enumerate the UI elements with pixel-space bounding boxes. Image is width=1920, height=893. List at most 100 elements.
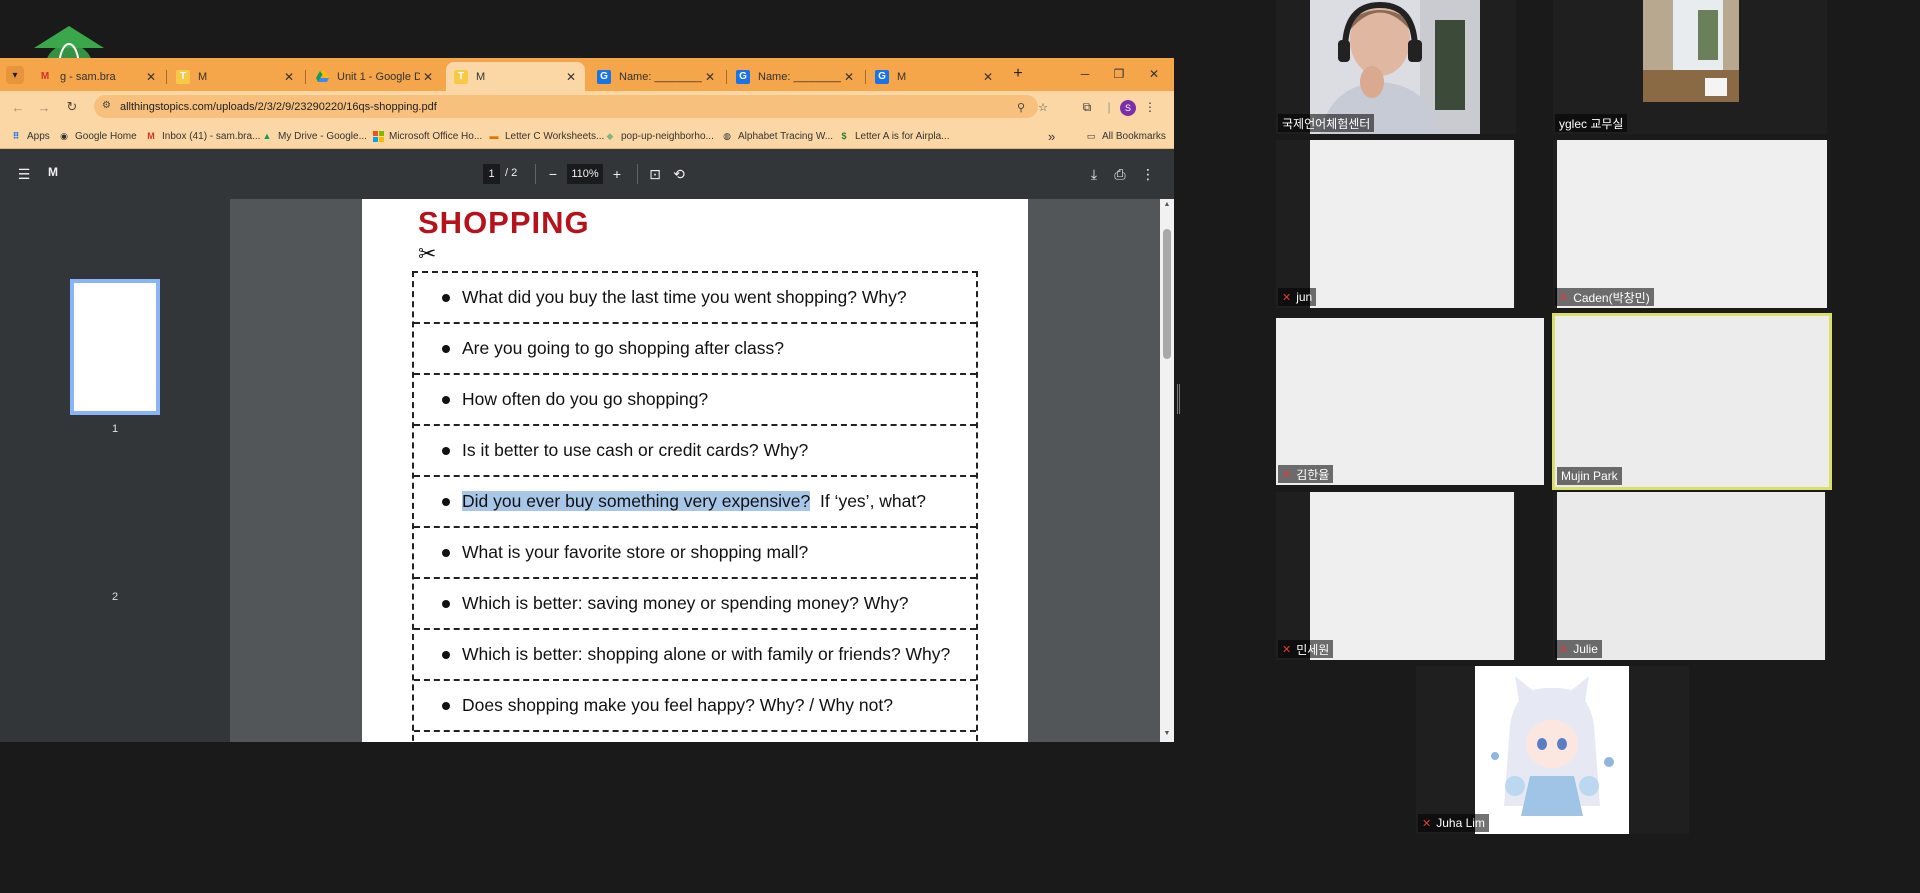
tab-active-pdf[interactable]: T M ✕ xyxy=(446,62,585,91)
tab-g-m[interactable]: G M ✕ xyxy=(867,62,1002,91)
gmail-icon: M xyxy=(40,71,50,82)
menu-icon[interactable]: ☰ xyxy=(14,164,34,184)
restore-icon[interactable]: ❐ xyxy=(1109,64,1129,84)
participant-tile[interactable]: ✕ Caden(박창민) xyxy=(1553,140,1827,308)
page-number-input[interactable]: 1 xyxy=(483,164,500,184)
tab-t-1[interactable]: T M ✕ xyxy=(168,62,303,91)
participant-tile[interactable]: ✕ 김한율 xyxy=(1276,318,1544,485)
extensions-icon[interactable]: ⧉ xyxy=(1077,97,1097,117)
scroll-up-icon[interactable]: ▲ xyxy=(1162,201,1172,211)
folder-icon: ▭ xyxy=(1086,130,1096,141)
site-info-icon[interactable]: ⚙ xyxy=(102,100,111,111)
all-bookmarks-button[interactable]: ▭ All Bookmarks xyxy=(1085,128,1166,144)
bookmark-pop-up[interactable]: ◆ pop-up-neighborho... xyxy=(604,128,714,144)
close-icon[interactable]: ✕ xyxy=(702,70,718,84)
participant-tile-active-speaker[interactable]: Mujin Park xyxy=(1552,313,1832,490)
tab-google-drive[interactable]: Unit 1 - Google Drive ✕ xyxy=(307,62,442,91)
tab-divider xyxy=(865,70,866,84)
participant-video xyxy=(1555,316,1829,487)
url-bar[interactable]: ⚙ allthingstopics.com/uploads/2/3/2/9/23… xyxy=(94,95,1048,118)
selected-text[interactable]: Did you ever buy something very expensiv… xyxy=(462,491,811,511)
pdf-title: M xyxy=(48,165,58,179)
more-options-icon[interactable]: ⋮ xyxy=(1138,164,1158,184)
page-thumbnail-1[interactable] xyxy=(70,279,160,415)
bullet xyxy=(442,446,450,455)
close-icon[interactable]: ✕ xyxy=(563,70,579,84)
browser-menu-icon[interactable]: ⋮ xyxy=(1140,97,1160,117)
close-icon[interactable]: ✕ xyxy=(420,70,436,84)
close-icon[interactable]: ✕ xyxy=(841,70,857,84)
bullet xyxy=(442,650,450,659)
office-icon xyxy=(372,130,384,142)
bookmark-google-home[interactable]: ◉ Google Home xyxy=(58,128,137,144)
tab-divider xyxy=(726,70,727,84)
window-close-icon[interactable]: ✕ xyxy=(1144,64,1164,84)
zoom-icon[interactable]: ⚲ xyxy=(1012,98,1030,116)
muted-mic-icon: ✕ xyxy=(1282,643,1292,656)
participant-tile[interactable]: ✕ jun xyxy=(1276,140,1516,308)
new-tab-button[interactable]: + xyxy=(1008,64,1028,84)
bookmark-my-drive[interactable]: ▲ My Drive - Google... xyxy=(261,128,367,144)
rotate-icon[interactable]: ⟲ xyxy=(669,164,689,184)
question-row: What did you buy the last time you went … xyxy=(414,273,976,324)
tab-name-1[interactable]: G Name: __________ ✕ xyxy=(589,62,724,91)
bookmark-inbox[interactable]: M Inbox (41) - sam.bra... xyxy=(145,128,260,144)
close-icon[interactable]: ✕ xyxy=(980,70,996,84)
pdf-page: SHOPPING ✂ What did you buy the last tim… xyxy=(362,199,1028,742)
tab-gmail[interactable]: M g - sam.bra ✕ xyxy=(30,62,165,91)
close-icon[interactable]: ✕ xyxy=(143,70,159,84)
g-icon: G xyxy=(736,69,750,84)
toolbar-divider xyxy=(535,164,536,184)
zoom-out-icon[interactable]: − xyxy=(543,164,563,184)
bullet xyxy=(442,497,450,506)
participant-tile[interactable]: yglec 교무실 xyxy=(1553,0,1827,134)
bookmark-apps[interactable]: ⠿ Apps xyxy=(10,128,49,144)
participant-video xyxy=(1276,318,1544,485)
question-row: How often do you go shopping? xyxy=(414,375,976,426)
participant-tile[interactable]: ✕ 민세원 xyxy=(1276,492,1516,660)
zoom-input[interactable]: 110% xyxy=(567,164,603,184)
reload-icon[interactable]: ↻ xyxy=(62,97,82,117)
tab-divider xyxy=(305,70,306,84)
bookmarks-overflow-icon[interactable]: » xyxy=(1048,128,1055,144)
tab-name-2[interactable]: G Name: __________ ✕ xyxy=(728,62,863,91)
scrollbar-thumb[interactable] xyxy=(1163,229,1171,359)
toolbar-divider xyxy=(637,164,638,184)
bookmark-microsoft-office[interactable]: Microsoft Office Ho... xyxy=(372,128,482,144)
fit-page-icon[interactable]: ⊡ xyxy=(645,164,665,184)
back-icon[interactable]: ← xyxy=(8,97,28,117)
participant-name: Mujin Park xyxy=(1557,467,1622,485)
bookmark-letter-a[interactable]: $ Letter A is for Airpla... xyxy=(838,128,949,144)
participant-tile[interactable]: 국제언어체험센터 xyxy=(1276,0,1516,134)
participant-video xyxy=(1310,140,1514,308)
splitter-handle[interactable] xyxy=(1177,384,1180,414)
muted-mic-icon: ✕ xyxy=(1282,291,1292,304)
tab-search-button[interactable]: ▾ xyxy=(6,66,24,84)
question-row-highlighted: Did you ever buy something very expensiv… xyxy=(414,477,976,528)
screen: E ▾ M g - sam.bra ✕ T M ✕ Unit 1 - Googl… xyxy=(0,0,1920,893)
t-icon: T xyxy=(454,69,468,84)
minimize-icon[interactable]: ─ xyxy=(1075,64,1095,84)
pdf-viewport[interactable]: SHOPPING ✂ What did you buy the last tim… xyxy=(230,199,1160,742)
download-icon[interactable]: ⤓ xyxy=(1084,164,1104,184)
profile-avatar[interactable]: S xyxy=(1120,100,1136,116)
tab-divider xyxy=(166,70,167,84)
bookmark-star-icon[interactable]: ☆ xyxy=(1034,98,1052,116)
g-icon: G xyxy=(597,69,611,84)
browser-window: ▾ M g - sam.bra ✕ T M ✕ Unit 1 - Google … xyxy=(0,58,1174,742)
bookmark-letter-c[interactable]: ▬ Letter C Worksheets... xyxy=(488,128,605,144)
zoom-in-icon[interactable]: + xyxy=(607,164,627,184)
participant-tile[interactable]: ✕ Juha Lim xyxy=(1416,666,1689,834)
participant-tile[interactable]: ✕ Julie xyxy=(1553,492,1827,660)
bullet xyxy=(442,599,450,608)
bookmark-alphabet-tracing[interactable]: ◍ Alphabet Tracing W... xyxy=(721,128,833,144)
forward-icon[interactable]: → xyxy=(34,97,54,117)
print-icon[interactable]: ⎙ xyxy=(1110,164,1130,184)
close-icon[interactable]: ✕ xyxy=(281,70,297,84)
pdf-scrollbar[interactable]: ▲ ▼ xyxy=(1160,199,1174,742)
participant-avatar-image xyxy=(1475,666,1629,834)
thumbnail-label-1: 1 xyxy=(111,423,119,435)
g-icon: G xyxy=(875,69,889,84)
pdf-toolbar: ☰ M 1 / 2 − 110% + ⊡ ⟲ ⤓ ⎙ ⋮ xyxy=(0,149,1174,199)
scroll-down-icon[interactable]: ▼ xyxy=(1162,730,1172,740)
